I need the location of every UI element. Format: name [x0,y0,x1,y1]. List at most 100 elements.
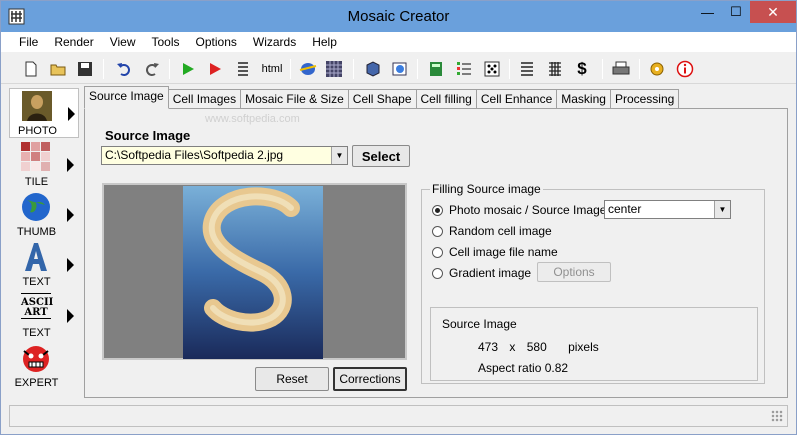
sidebar-item-thumb[interactable]: THUMB [9,190,79,240]
window-title: Mosaic Creator [347,8,450,25]
sidebar-label-text: TEXT [22,276,51,288]
web-globe-icon[interactable] [297,58,319,80]
source-image-heading: Source Image [105,128,191,143]
tab-cell-enhance[interactable]: Cell Enhance [475,89,558,109]
undo-icon[interactable] [113,58,135,80]
radio-button-selected[interactable] [432,204,443,216]
source-path-value: C:\Softpedia Files\Softpedia 2.jpg [105,148,284,162]
unit-label: pixels [568,340,599,354]
radio-button[interactable] [432,225,443,237]
reset-button[interactable]: Reset [255,367,329,391]
sidebar-label-ascii: TEXT [22,327,51,339]
browser-icon[interactable] [389,58,411,80]
source-path-combo[interactable]: C:\Softpedia Files\Softpedia 2.jpg ▼ [101,146,348,165]
sidebar-label-photo: PHOTO [18,125,57,137]
radio-photo-mosaic[interactable]: Photo mosaic / Source Image [432,203,606,217]
status-bar [9,405,788,427]
radio-label: Gradient image [449,266,532,280]
tab-cell-shape[interactable]: Cell Shape [347,89,417,109]
resize-grip[interactable] [771,410,783,422]
corrections-button[interactable]: Corrections [333,367,407,391]
sidebar-item-text[interactable]: TEXT [9,240,79,290]
menu-render[interactable]: Render [46,32,101,52]
title-bar: Mosaic Creator — ☐ ✕ [1,1,796,32]
maximize-button[interactable]: ☐ [722,1,750,23]
menu-tools[interactable]: Tools [144,32,188,52]
position-combo[interactable]: center ▼ [604,200,731,219]
tab-bar: Source Image Cell Images Mosaic File & S… [84,86,680,109]
sidebar-label-expert: EXPERT [14,377,59,389]
expert-face-icon [23,346,49,372]
calculator-icon[interactable] [425,58,447,80]
width-value: 473 [478,340,499,354]
dice-icon[interactable] [481,58,503,80]
radio-label: Random cell image [449,224,552,238]
main-window: Mosaic Creator — ☐ ✕ File Render View To… [0,0,797,435]
sidebar-label-thumb: THUMB [16,226,57,238]
run-green-icon[interactable] [177,58,199,80]
html-button[interactable]: html [259,58,285,80]
tab-source-image[interactable]: Source Image [84,86,169,109]
aspect-ratio: Aspect ratio 0.82 [478,361,569,375]
expand-arrow-icon[interactable] [67,258,74,272]
grid-icon[interactable] [544,58,566,80]
cube-icon[interactable] [362,58,384,80]
menu-help[interactable]: Help [304,32,345,52]
printer-icon[interactable] [610,58,632,80]
menu-wizards[interactable]: Wizards [245,32,304,52]
radio-button[interactable] [432,246,443,258]
redo-icon[interactable] [141,58,163,80]
settings-gear-icon[interactable] [646,58,668,80]
radio-gradient[interactable]: Gradient image [432,266,531,280]
source-image-panel: www.softpedia.com Source Image C:\Softpe… [84,108,788,398]
chevron-down-icon[interactable]: ▼ [714,201,730,218]
source-image-thumbnail [183,186,323,359]
radio-label: Cell image file name [449,245,558,259]
sidebar-item-ascii-art[interactable]: ASCII ART TEXT [9,291,79,341]
ascii-art-icon: ASCII ART [21,293,53,319]
tab-processing[interactable]: Processing [609,89,680,109]
sidebar-item-tile[interactable]: TILE [9,140,79,190]
run-red-icon[interactable] [204,58,226,80]
expand-arrow-icon[interactable] [68,107,75,121]
expand-arrow-icon[interactable] [67,208,74,222]
minimize-button[interactable]: — [693,1,722,23]
checklist-icon[interactable] [453,58,475,80]
radio-random-cell[interactable]: Random cell image [432,224,552,238]
tab-cell-filling[interactable]: Cell filling [415,89,477,109]
menu-file[interactable]: File [11,32,46,52]
chevron-down-icon[interactable]: ▼ [331,147,347,164]
expand-arrow-icon[interactable] [67,309,74,323]
info-icon[interactable] [674,58,696,80]
tab-cell-images[interactable]: Cell Images [167,89,242,109]
sidebar-item-expert[interactable]: EXPERT [9,341,79,391]
letter-a-icon [25,243,47,271]
save-icon[interactable] [74,58,96,80]
radio-cell-file-name[interactable]: Cell image file name [432,245,558,259]
select-button[interactable]: Select [352,145,410,167]
open-folder-icon[interactable] [47,58,69,80]
filling-group-title: Filling Source image [430,182,543,196]
tile-grid-icon [21,142,50,171]
menu-bar: File Render View Tools Options Wizards H… [1,32,796,52]
options-button[interactable]: Options [537,262,611,282]
new-file-icon[interactable] [20,58,42,80]
tab-masking[interactable]: Masking [556,89,611,109]
expand-arrow-icon[interactable] [67,158,74,172]
dimensions-row: 473 x 580 pixels [478,340,599,354]
sidebar-label-tile: TILE [24,176,49,188]
color-grid-icon[interactable] [323,58,345,80]
menu-options[interactable]: Options [188,32,245,52]
list-icon[interactable] [232,58,254,80]
menu-view[interactable]: View [102,32,144,52]
tab-mosaic-file-size[interactable]: Mosaic File & Size [240,89,349,109]
close-button[interactable]: ✕ [750,1,796,23]
filling-source-group: Filling Source image Photo mosaic / Sour… [421,182,765,384]
info-title: Source Image [442,317,517,331]
sidebar-item-photo[interactable]: PHOTO [9,88,79,138]
height-value: 580 [526,340,547,354]
dollar-icon[interactable]: $ [571,58,593,80]
image-preview [102,183,407,360]
align-icon[interactable] [516,58,538,80]
radio-button[interactable] [432,267,443,279]
